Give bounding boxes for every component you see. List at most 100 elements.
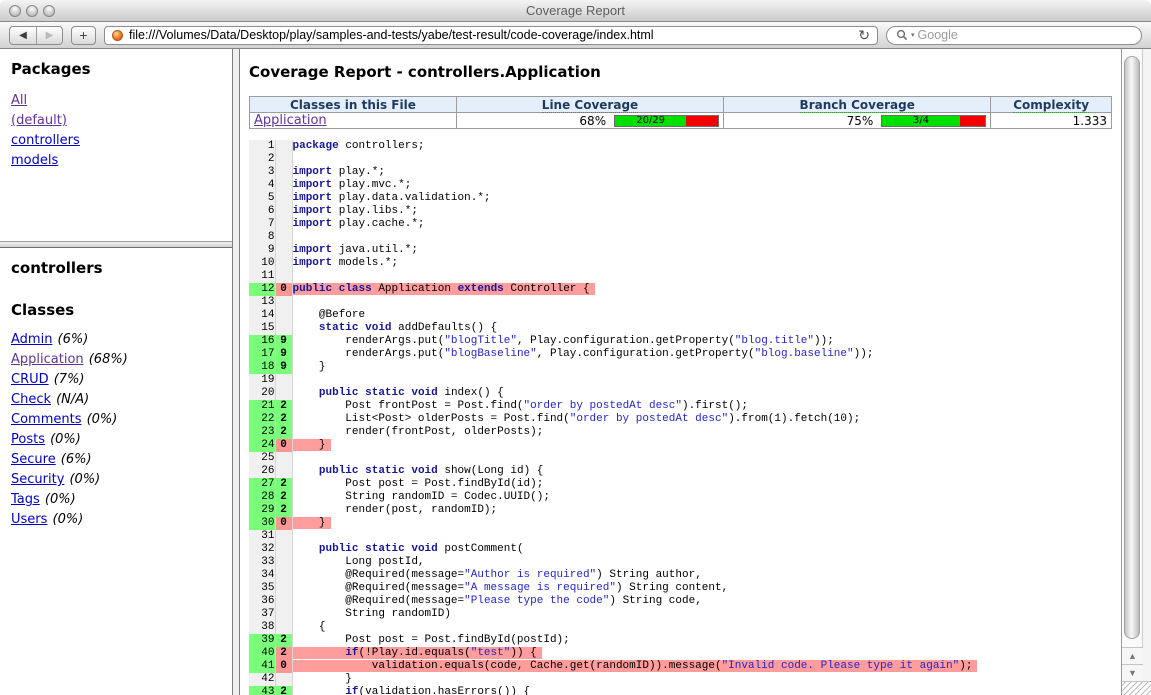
source-code-line: package controllers; <box>292 140 977 153</box>
summary-complexity-cell: 1.333 <box>991 113 1112 129</box>
close-window-button[interactable] <box>9 5 21 17</box>
string-token: "order by postedAt desc" <box>524 400 682 412</box>
summary-row: Application68%20/2975%3/41.333 <box>250 113 1112 129</box>
page-favicon-icon <box>112 30 123 41</box>
source-line-row: 8 <box>249 231 977 244</box>
class-list-item: Application (68%) <box>11 349 221 368</box>
class-link-users[interactable]: Users <box>11 512 47 527</box>
source-line-row: 25 <box>249 452 977 465</box>
code-token <box>293 686 346 695</box>
keyword-token: import <box>293 244 333 256</box>
hit-count <box>275 465 292 478</box>
hit-count <box>275 231 292 244</box>
source-line-row: 179 renderArgs.put("blogBaseline", Play.… <box>249 348 977 361</box>
class-link-security[interactable]: Security <box>11 472 64 487</box>
package-link-all[interactable]: All <box>11 93 27 108</box>
scroll-down-button[interactable]: ▼ <box>1122 664 1143 681</box>
hit-count: 0 <box>275 660 292 673</box>
summary-header-label: Line Coverage <box>542 98 638 113</box>
package-link-models[interactable]: models <box>11 153 58 168</box>
new-tab-button[interactable]: + <box>71 26 96 45</box>
source-line-row: 3import play.*; <box>249 166 977 179</box>
source-line-row: 31 <box>249 530 977 543</box>
class-list-item: Users (0%) <box>11 509 221 528</box>
url-text[interactable]: file:///Volumes/Data/Desktop/play/sample… <box>129 28 852 42</box>
source-code-line: import models.*; <box>292 257 977 270</box>
hit-count <box>275 179 292 192</box>
class-link-comments[interactable]: Comments <box>11 412 81 427</box>
minimize-window-button[interactable] <box>26 5 38 17</box>
source-code-line <box>292 452 977 465</box>
search-options-caret-icon[interactable]: ▾ <box>911 31 915 39</box>
hit-count <box>275 218 292 231</box>
class-link-crud[interactable]: CRUD <box>11 372 49 387</box>
source-line-row: 15 static void addDefaults() { <box>249 322 977 335</box>
source-line-row: 300 } <box>249 517 977 530</box>
source-line-row: 38 { <box>249 621 977 634</box>
source-line-row: 282 String randomID = Codec.UUID(); <box>249 491 977 504</box>
code-token: } <box>293 439 326 451</box>
source-code-line <box>292 530 977 543</box>
source-line-row: 36 @Required(message="Please type the co… <box>249 595 977 608</box>
scrollbar-thumb[interactable] <box>1124 56 1140 639</box>
code-token: play.*; <box>332 166 385 178</box>
source-line-row: 392 Post post = Post.findById(postId); <box>249 634 977 647</box>
source-line-row: 9import java.util.*; <box>249 244 977 257</box>
class-list-item: CRUD (7%) <box>11 369 221 388</box>
class-link-application[interactable]: Application <box>11 352 84 367</box>
coverage-cell: 68%20/29 <box>456 113 723 129</box>
hit-count <box>275 322 292 335</box>
source-code-table: 1package controllers;23import play.*;4im… <box>249 140 977 695</box>
source-line-number: 2 <box>249 153 275 166</box>
source-code-line: Post post = Post.findById(postId); <box>292 634 977 647</box>
code-token: { <box>293 621 326 633</box>
code-token: java.util.*; <box>332 244 418 256</box>
source-code-line: Long postId, <box>292 556 977 569</box>
class-link-posts[interactable]: Posts <box>11 432 45 447</box>
address-bar[interactable]: file:///Volumes/Data/Desktop/play/sample… <box>104 26 878 45</box>
source-line-number: 14 <box>249 309 275 322</box>
scroll-up-button[interactable]: ▲ <box>1122 647 1143 664</box>
package-name-heading: controllers <box>11 259 221 277</box>
summary-class-link-application[interactable]: Application <box>254 113 327 128</box>
uncovered-highlight: public class Application extends Control… <box>293 283 595 295</box>
package-link-controllers[interactable]: controllers <box>11 133 80 148</box>
window-resize-grip[interactable] <box>1122 681 1151 695</box>
hit-count: 9 <box>275 335 292 348</box>
hit-count: 2 <box>275 400 292 413</box>
class-link-admin[interactable]: Admin <box>11 332 52 347</box>
class-list-item: Admin (6%) <box>11 329 221 348</box>
back-button[interactable]: ◀ <box>10 27 36 44</box>
zoom-window-button[interactable] <box>43 5 55 17</box>
code-token: ).first(); <box>682 400 748 412</box>
code-token: renderArgs.put( <box>293 348 445 360</box>
code-token: play.libs.*; <box>332 205 418 217</box>
source-code-line: @Required(message="Author is required") … <box>292 569 977 582</box>
frame-horizontal-divider[interactable] <box>0 241 232 248</box>
hit-count <box>275 192 292 205</box>
code-token: @Required(message= <box>293 582 465 594</box>
summary-column-header-complexity: Complexity <box>991 97 1112 113</box>
frame-vertical-divider[interactable] <box>232 49 240 695</box>
code-token: Application <box>372 283 458 295</box>
code-token: Post frontPost = Post.find( <box>293 400 524 412</box>
source-line-row: 42 } <box>249 673 977 686</box>
class-coverage-percent: (0%) <box>53 512 84 527</box>
hit-count <box>275 582 292 595</box>
coverage-cell-content: 68%20/29 <box>461 114 719 128</box>
package-link-default[interactable]: (default) <box>11 113 67 128</box>
class-link-tags[interactable]: Tags <box>11 492 40 507</box>
source-line-number: 43 <box>249 686 275 695</box>
search-input[interactable]: ▾ Google <box>886 26 1142 45</box>
reload-icon[interactable]: ↻ <box>858 28 870 42</box>
class-link-secure[interactable]: Secure <box>11 452 56 467</box>
source-line-row: 169 renderArgs.put("blogTitle", Play.con… <box>249 335 977 348</box>
code-token: index() { <box>438 387 504 399</box>
report-title: Coverage Report - controllers.Applicatio… <box>249 63 1112 81</box>
source-line-number: 4 <box>249 179 275 192</box>
summary-header-label: Classes in this File <box>290 98 416 112</box>
class-list-item: Check (N/A) <box>11 389 221 408</box>
source-line-number: 39 <box>249 634 275 647</box>
forward-button[interactable]: ▶ <box>36 27 62 44</box>
class-link-check[interactable]: Check <box>11 392 51 407</box>
